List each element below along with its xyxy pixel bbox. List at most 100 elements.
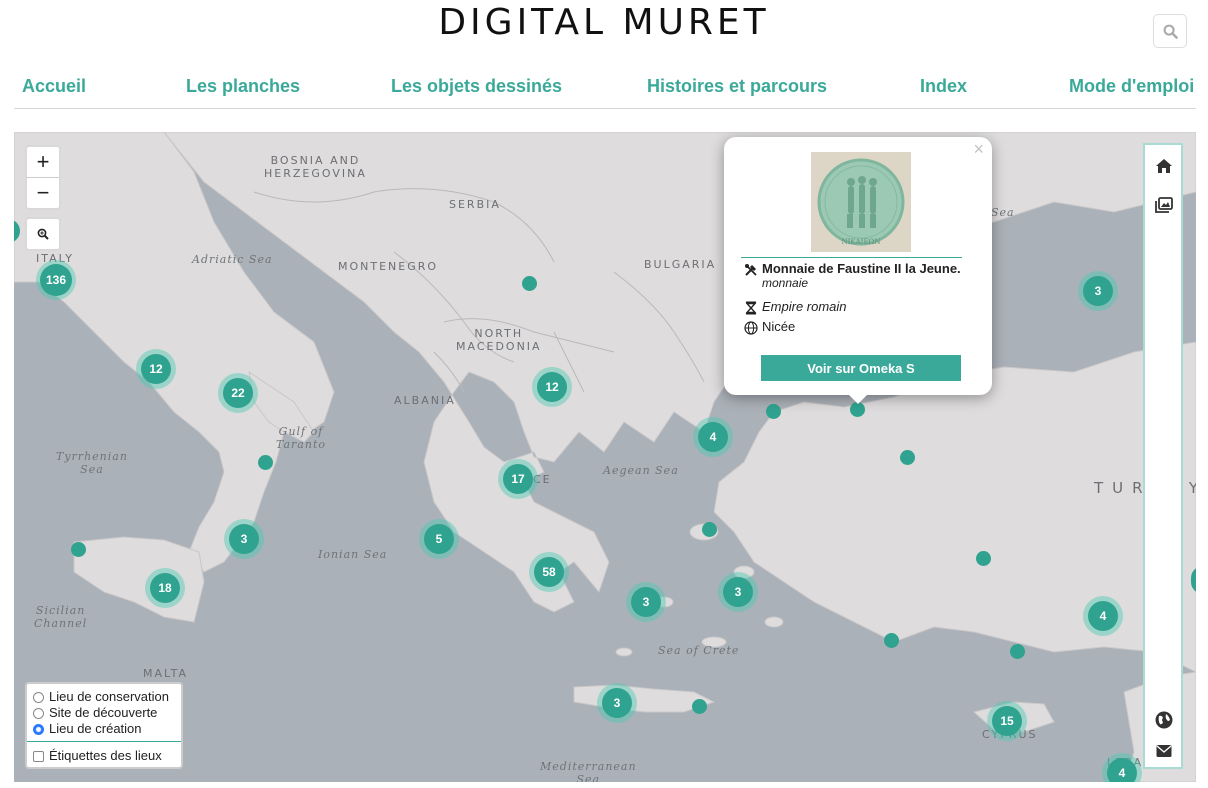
map-marker[interactable] [692,699,707,714]
map-marker[interactable] [850,402,865,417]
toggle-etiquettes[interactable]: Étiquettes des lieux [33,747,175,763]
popup-tip [846,392,870,404]
popup-type: monnaie [762,276,809,290]
label-bosnia: BOSNIA AND HERZEGOVINA [264,154,367,180]
cluster-count: 15 [992,706,1022,736]
popup-object-row: Monnaie de Faustine II la Jeune. monnaie [744,261,961,290]
radio-lieu-de-conservation[interactable] [33,692,44,703]
label-black-sea: Sea [991,206,1015,219]
coin-thumbnail[interactable]: ΝΙΚΑΙΕΩΝ [811,152,911,252]
home-icon [1156,159,1172,173]
nav-mode-d-emploi[interactable]: Mode d'emploi [1069,76,1194,97]
cluster-count: 17 [503,464,533,494]
contact-button[interactable] [1154,741,1174,761]
map-cluster[interactable]: 3 [597,683,637,723]
images-icon [1155,197,1173,213]
map-marker[interactable] [522,276,537,291]
zoom-in-button[interactable]: + [27,147,59,177]
label-adriatic: Adriatic Sea [192,253,273,266]
right-sidebar [1143,143,1183,769]
option-label: Site de découverte [49,704,158,720]
map-marker[interactable] [884,633,899,648]
cluster-count: 4 [1088,601,1118,631]
option-label: Lieu de conservation [49,688,169,704]
map-marker[interactable] [766,404,781,419]
map-cluster[interactable]: 18 [145,568,185,608]
map-cluster[interactable]: 15 [987,701,1027,741]
label-crete-sea: Sea of Crete [658,644,740,657]
checkbox-etiquettes[interactable] [33,751,44,762]
popup-separator [741,257,962,258]
map-legend: Lieu de conservation Site de découverte … [25,682,183,769]
map-cluster[interactable]: 17 [498,459,538,499]
envelope-icon [1156,745,1172,757]
coin-inscription: ΝΙΚΑΙΕΩΝ [842,238,881,246]
label-albania: ALBANIA [394,394,456,407]
label-aegean: Aegean Sea [603,464,679,477]
map-marker[interactable] [258,455,273,470]
images-button[interactable] [1154,195,1174,215]
search-icon [1163,24,1178,39]
cluster-count: 136 [40,264,72,296]
label-tyrrhenian: Tyrrhenian Sea [56,450,128,476]
nav-histoires-et-parcours[interactable]: Histoires et parcours [647,76,827,97]
zoom-control: + − [25,145,61,210]
label-serbia: SERBIA [449,198,501,211]
map-cluster[interactable]: 136 [36,260,76,300]
label-malta: MALTA [143,667,189,680]
map-cluster[interactable]: 3 [626,582,666,622]
popup-close-button[interactable]: × [973,139,984,160]
cluster-count: 18 [150,573,180,603]
map-cluster[interactable]: 3 [718,572,758,612]
cluster-count: 58 [534,557,564,587]
map-marker[interactable] [976,551,991,566]
radio-lieu-de-creation[interactable] [33,724,44,735]
map-marker[interactable] [71,542,86,557]
map-cluster[interactable]: 12 [136,349,176,389]
nav-accueil[interactable]: Accueil [22,76,86,97]
map-cluster[interactable]: 22 [218,373,258,413]
globe-icon [744,321,758,335]
cluster-count: 5 [424,524,454,554]
nav-les-objets-dessines[interactable]: Les objets dessinés [391,76,562,97]
option-site-de-decouverte[interactable]: Site de découverte [33,704,175,720]
view-on-omeka-button[interactable]: Voir sur Omeka S [761,355,961,381]
cluster-count: 3 [631,587,661,617]
map-marker[interactable] [702,522,717,537]
map-cluster[interactable]: 3 [1078,271,1118,311]
map[interactable]: BOSNIA AND HERZEGOVINA SERBIA ITALY Adri… [14,132,1196,782]
zoom-fit-icon [37,228,49,240]
marker-popup: × ΝΙΚΑΙΕΩΝ Monnaie de Faustine II la Jeu… [724,137,992,404]
label-sicilian: Sicilian Channel [34,604,88,630]
map-cluster[interactable]: 4 [1083,596,1123,636]
option-lieu-de-creation[interactable]: Lieu de création [33,720,175,736]
map-marker[interactable] [1010,644,1025,659]
coin-image: ΝΙΚΑΙΕΩΝ [811,152,911,252]
zoom-fit-button[interactable] [25,217,61,251]
option-label: Lieu de création [49,720,142,736]
radio-site-de-decouverte[interactable] [33,708,44,719]
globe-icon [1155,711,1173,729]
popup-title: Monnaie de Faustine II la Jeune. [762,261,961,276]
cluster-count: 3 [1083,276,1113,306]
map-cluster[interactable]: 3 [224,519,264,559]
globe-button[interactable] [1154,710,1174,730]
map-cluster[interactable]: 12 [532,367,572,407]
map-marker[interactable] [900,450,915,465]
legend-divider [27,741,181,742]
zoom-out-button[interactable]: − [27,177,59,208]
nav-index[interactable]: Index [920,76,967,97]
site-title: DIGITAL MURET [438,2,770,43]
cluster-count: 3 [602,688,632,718]
nav-les-planches[interactable]: Les planches [186,76,300,97]
main-nav: Accueil Les planches Les objets dessinés… [14,76,1196,109]
option-lieu-de-conservation[interactable]: Lieu de conservation [33,688,175,704]
search-button[interactable] [1153,14,1187,48]
home-button[interactable] [1154,156,1174,176]
map-cluster[interactable]: 58 [529,552,569,592]
map-base-layer [14,132,1196,782]
map-cluster[interactable]: 5 [419,519,459,559]
map-cluster[interactable]: 4 [693,417,733,457]
cluster-count: 12 [537,372,567,402]
cluster-count: 4 [1107,758,1137,782]
